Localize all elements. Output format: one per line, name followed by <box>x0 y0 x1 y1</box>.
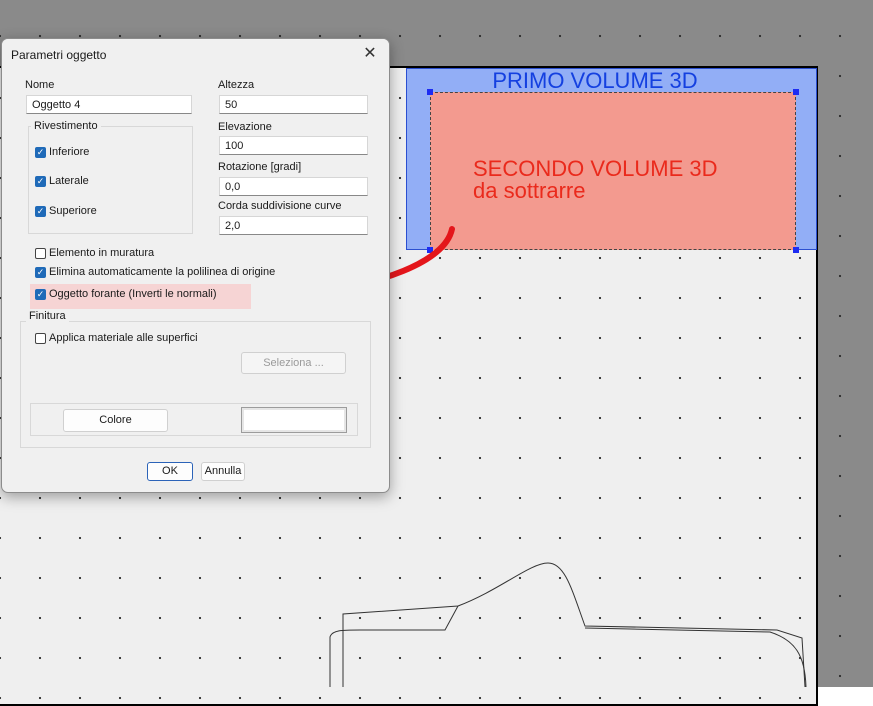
dialog-title: Parametri oggetto <box>11 48 107 62</box>
grip-handle[interactable] <box>427 247 433 253</box>
check-icon[interactable]: ✓ <box>35 146 46 158</box>
elimina-polilinea-label: Elimina automaticamente la polilinea di … <box>49 266 276 278</box>
check-icon[interactable]: ✓ <box>35 288 46 300</box>
nome-label: Nome <box>25 79 55 91</box>
check-icon[interactable]: ✓ <box>35 205 46 217</box>
colore-button[interactable]: Colore <box>63 409 168 432</box>
close-icon[interactable]: ✕ <box>357 42 383 66</box>
check-icon[interactable]: ✓ <box>35 175 46 187</box>
altezza-label: Altezza <box>218 79 255 91</box>
inferiore-label: Inferiore <box>49 146 90 158</box>
altezza-field[interactable]: 50 <box>219 95 368 114</box>
seleziona-button[interactable]: Seleziona ... <box>241 352 346 374</box>
secondo-volume-label: SECONDO VOLUME 3D da sottrarre <box>473 158 718 202</box>
checkbox-empty-icon[interactable] <box>35 332 46 344</box>
corda-field[interactable]: 2,0 <box>219 216 368 235</box>
ok-button[interactable]: OK <box>147 462 193 481</box>
applica-materiale-checkbox[interactable]: Applica materiale alle superfici <box>35 332 198 344</box>
applica-materiale-label: Applica materiale alle superfici <box>49 332 198 344</box>
superiore-label: Superiore <box>49 205 97 217</box>
finitura-title: Finitura <box>26 310 69 322</box>
secondo-volume-label-line1: SECONDO VOLUME 3D <box>473 156 718 181</box>
checkbox-empty-icon[interactable] <box>35 247 46 259</box>
grip-handle[interactable] <box>793 89 799 95</box>
laterale-checkbox[interactable]: ✓ Laterale <box>35 175 89 187</box>
laterale-label: Laterale <box>49 175 89 187</box>
elemento-muratura-checkbox[interactable]: Elemento in muratura <box>35 247 154 259</box>
oggetto-forante-label: Oggetto forante (Inverti le normali) <box>49 288 217 300</box>
rotazione-label: Rotazione [gradi] <box>218 161 302 173</box>
inferiore-checkbox[interactable]: ✓ Inferiore <box>35 146 89 158</box>
elevazione-field[interactable]: 100 <box>219 136 368 155</box>
grip-handle[interactable] <box>427 89 433 95</box>
parametri-oggetto-dialog: Parametri oggetto ✕ Nome Oggetto 4 Altez… <box>1 38 390 493</box>
elimina-polilinea-checkbox[interactable]: ✓ Elimina automaticamente la polilinea d… <box>35 266 275 278</box>
elemento-muratura-label: Elemento in muratura <box>49 247 155 259</box>
rivestimento-title: Rivestimento <box>31 120 101 132</box>
superiore-checkbox[interactable]: ✓ Superiore <box>35 205 97 217</box>
dialog-titlebar[interactable]: Parametri oggetto ✕ <box>2 39 389 69</box>
nome-field[interactable]: Oggetto 4 <box>26 95 192 114</box>
oggetto-forante-checkbox[interactable]: ✓ Oggetto forante (Inverti le normali) <box>35 288 217 300</box>
colore-swatch[interactable] <box>241 407 347 433</box>
corda-label: Corda suddivisione curve <box>218 200 342 212</box>
grip-handle[interactable] <box>793 247 799 253</box>
secondo-volume-label-line2: da sottrarre <box>473 178 586 203</box>
check-icon[interactable]: ✓ <box>35 266 46 278</box>
annulla-button[interactable]: Annulla <box>201 462 245 481</box>
rotazione-field[interactable]: 0,0 <box>219 177 368 196</box>
elevazione-label: Elevazione <box>218 121 272 133</box>
primo-volume-label: PRIMO VOLUME 3D <box>492 68 698 93</box>
